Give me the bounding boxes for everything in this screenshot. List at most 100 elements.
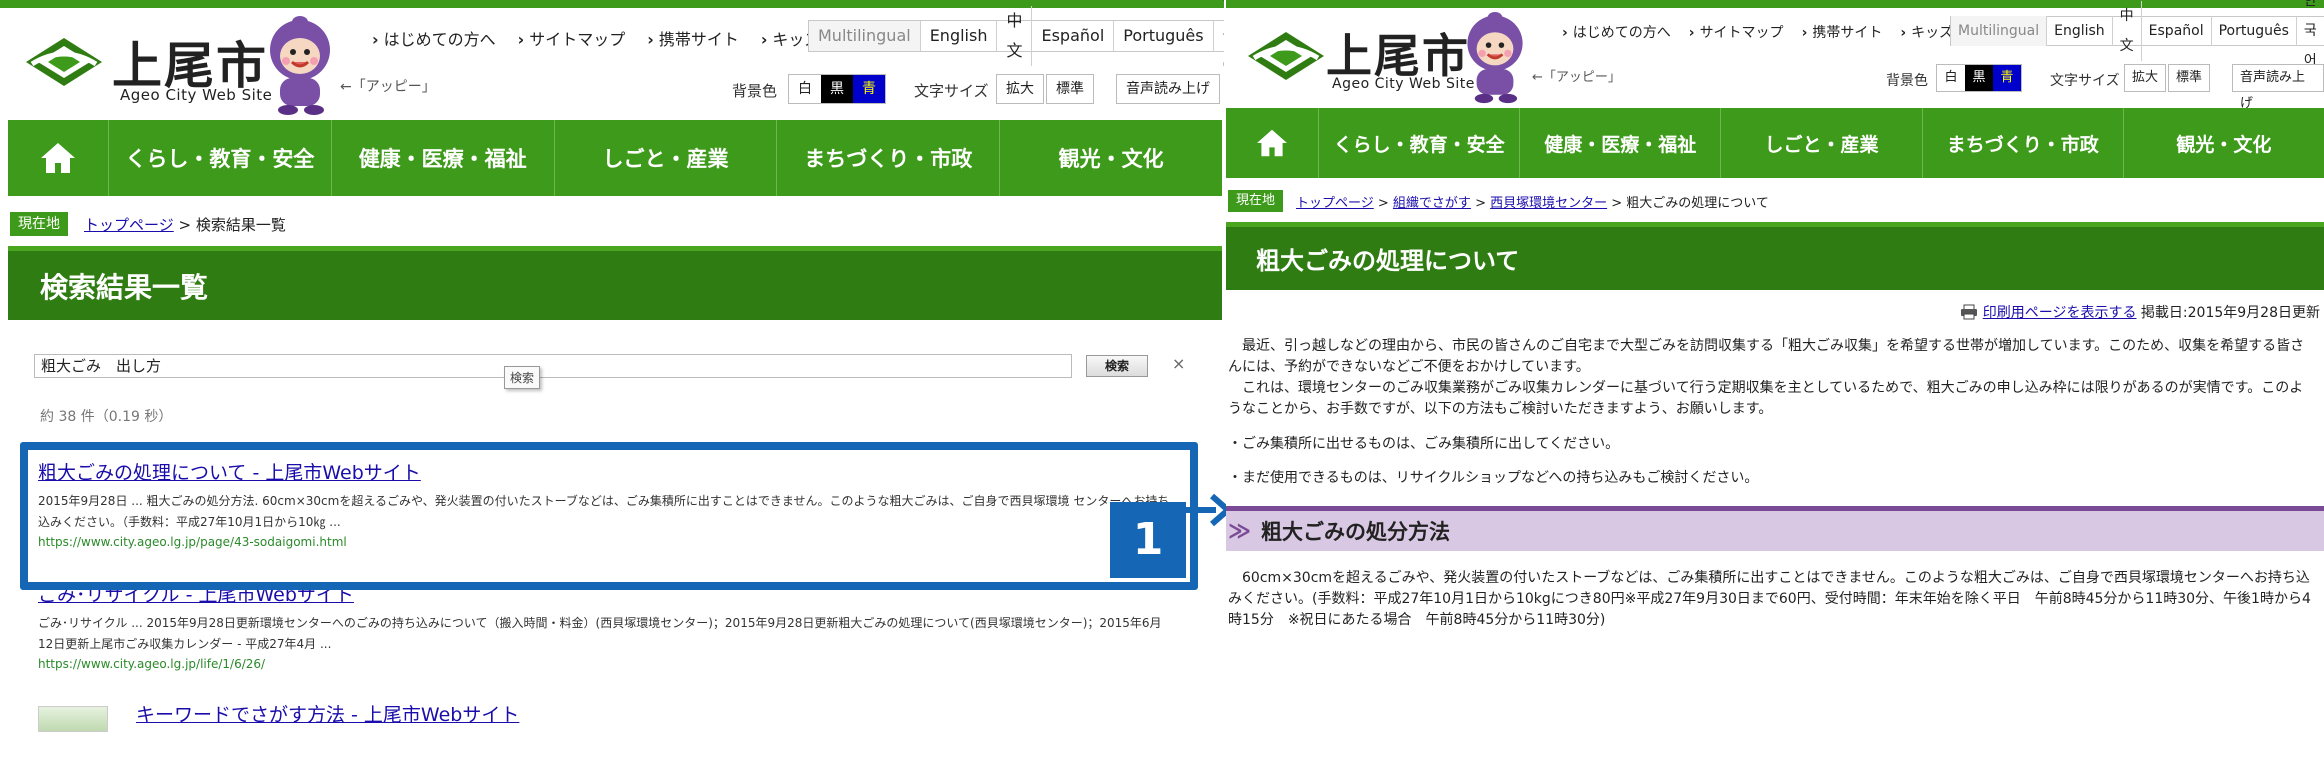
lang-multilingual[interactable]: Multilingual xyxy=(809,21,921,51)
breadcrumb: トップページ > 検索結果一覧 xyxy=(84,214,286,235)
lang-korean[interactable]: 한국어 xyxy=(1214,0,1224,81)
lang-chinese[interactable]: 中文 xyxy=(997,6,1033,66)
bg-blue-button[interactable]: 青 xyxy=(1993,65,2021,91)
link-mobile-site[interactable]: 携帯サイト xyxy=(1802,22,1882,42)
bg-color-options: 白 黒 青 xyxy=(1936,64,2022,92)
result-url: https://www.city.ageo.lg.jp/life/1/6/26/ xyxy=(38,657,266,671)
lang-spanish[interactable]: Español xyxy=(2142,16,2212,46)
bg-color-options: 白 黒 青 xyxy=(788,74,886,104)
nav-work[interactable]: しごと・産業 xyxy=(1721,108,1923,178)
posted-date: 掲載日:2015年9月28日更新 xyxy=(2140,305,2320,321)
text-size-label: 文字サイズ xyxy=(914,82,989,100)
breadcrumb: トップページ > 組織でさがす > 西貝塚環境センター > 粗大ごみの処理につい… xyxy=(1296,192,1769,211)
lang-portuguese[interactable]: Português xyxy=(1114,21,1214,51)
lang-english[interactable]: English xyxy=(2047,16,2113,46)
article-page: 上尾市 Ageo City Web Site ←「アッピー」 はじめての方へ サ… xyxy=(1226,0,2324,760)
read-aloud-button[interactable]: 音声読み上げ xyxy=(1116,74,1220,104)
breadcrumb-home-link[interactable]: トップページ xyxy=(1296,196,1374,211)
breadcrumb-separator: > xyxy=(1373,196,1393,211)
search-tooltip: 検索 xyxy=(504,366,541,389)
result-snippet-line: ごみ･リサイクル ... 2015年9月28日更新環境センターへのごみの持ち込み… xyxy=(38,616,1162,630)
breadcrumb-separator: > xyxy=(1470,196,1491,211)
ageo-logo-icon[interactable] xyxy=(22,34,106,90)
arrow-icon xyxy=(1184,493,1230,527)
breadcrumb-current: 検索結果一覧 xyxy=(195,216,286,234)
lang-portuguese[interactable]: Português xyxy=(2212,16,2297,46)
link-first-visit[interactable]: はじめての方へ xyxy=(1562,22,1671,42)
read-aloud-button[interactable]: 音声読み上げ xyxy=(2232,64,2324,111)
text-enlarge-button[interactable]: 拡大 xyxy=(996,74,1044,104)
mascot-appy-icon xyxy=(270,16,330,115)
bg-black-button[interactable]: 黒 xyxy=(1965,65,1993,91)
nav-health[interactable]: 健康・医療・福祉 xyxy=(332,120,555,196)
bg-white-button[interactable]: 白 xyxy=(1937,65,1965,91)
breadcrumb-org-link[interactable]: 組織でさがす xyxy=(1393,196,1471,211)
text-standard-button[interactable]: 標準 xyxy=(2168,64,2211,92)
result-snippet: ごみ･リサイクル ... 2015年9月28日更新環境センターへのごみの持ち込み… xyxy=(38,613,1178,655)
main-nav: くらし・教育・安全 健康・医療・福祉 しごと・産業 まちづくり・市政 観光・文化 xyxy=(1226,108,2324,178)
quick-links: はじめての方へ サイトマップ 携帯サイト キッズサイト xyxy=(1562,22,1995,42)
ageo-logo-icon[interactable] xyxy=(1244,28,1328,84)
nav-tourism[interactable]: 観光・文化 xyxy=(2124,108,2324,178)
bullet-collection-point: ・ごみ集積所に出せるものは、ごみ集積所に出してください。 xyxy=(1228,436,1620,452)
section-marker-icon: ≫ xyxy=(1228,518,1252,544)
text-enlarge-button[interactable]: 拡大 xyxy=(2124,64,2167,92)
nav-home[interactable] xyxy=(8,120,109,196)
link-sitemap[interactable]: サイトマップ xyxy=(518,26,625,50)
nav-living[interactable]: くらし・教育・安全 xyxy=(1319,108,1521,178)
link-sitemap[interactable]: サイトマップ xyxy=(1689,22,1784,42)
breadcrumb-separator: > xyxy=(1607,196,1627,211)
top-accent-bar xyxy=(1226,0,2324,8)
page-title: 粗大ごみの処理について xyxy=(1226,222,2324,290)
nav-town[interactable]: まちづくり・市政 xyxy=(777,120,1001,196)
nav-work[interactable]: しごと・産業 xyxy=(555,120,778,196)
nav-tourism[interactable]: 観光・文化 xyxy=(1000,120,1222,196)
result-snippet-line: 12日更新上尾市ごみ収集カレンダー - 平成27年4月 ... xyxy=(38,637,332,651)
top-accent-bar xyxy=(0,0,1224,8)
lang-english[interactable]: English xyxy=(921,21,998,51)
highlight-number-badge: 1 xyxy=(1110,502,1186,578)
home-icon xyxy=(41,143,75,173)
breadcrumb-home-link[interactable]: トップページ xyxy=(84,216,174,234)
close-icon[interactable]: × xyxy=(1172,354,1185,373)
result-count: 約 38 件（0.19 秒） xyxy=(40,409,173,425)
home-icon xyxy=(1257,129,1287,157)
page-title-text: 粗大ごみの処理について xyxy=(1256,247,1520,275)
text-size-label: 文字サイズ xyxy=(2050,73,2120,89)
mascot-appy-icon xyxy=(1467,12,1523,104)
bg-black-button[interactable]: 黒 xyxy=(821,75,853,103)
intro-paragraph-1: 最近、引っ越しなどの理由から、市民の皆さんのご自宅まで大型ごみを訪問収集する「粗… xyxy=(1228,338,2305,375)
site-subtitle: Ageo City Web Site xyxy=(120,86,273,104)
nav-town[interactable]: まちづくり・市政 xyxy=(1923,108,2124,178)
section-heading: ≫ 粗大ごみの処分方法 xyxy=(1226,506,2324,551)
nav-home[interactable] xyxy=(1226,108,1319,178)
printer-icon[interactable] xyxy=(1960,304,1978,320)
print-page-link[interactable]: 印刷用ページを表示する xyxy=(1983,305,2137,321)
mascot-caption: ←「アッピー」 xyxy=(340,79,436,95)
text-standard-button[interactable]: 標準 xyxy=(1046,74,1094,104)
bg-blue-button[interactable]: 青 xyxy=(853,75,885,103)
lang-chinese[interactable]: 中文 xyxy=(2113,1,2142,61)
quick-links: はじめての方へ サイトマップ 携帯サイト キッズサイト xyxy=(372,26,869,50)
bg-color-label: 背景色 xyxy=(732,82,778,100)
breadcrumb-center-link[interactable]: 西貝塚環境センター xyxy=(1490,196,1607,211)
link-first-visit[interactable]: はじめての方へ xyxy=(372,26,496,50)
bg-white-button[interactable]: 白 xyxy=(789,75,821,103)
result-title-link[interactable]: キーワードでさがす方法 - 上尾市Webサイト xyxy=(136,700,519,727)
intro-paragraph-2: これは、環境センターのごみ収集業務がごみ収集カレンダーに基づいて行う定期収集を主… xyxy=(1228,380,2304,417)
page-title-text: 検索結果一覧 xyxy=(40,270,209,304)
lang-spanish[interactable]: Español xyxy=(1032,21,1115,51)
breadcrumb-badge: 現在地 xyxy=(1228,190,1284,212)
breadcrumb-separator: > xyxy=(173,216,196,234)
result-thumbnail[interactable] xyxy=(38,706,108,732)
nav-living[interactable]: くらし・教育・安全 xyxy=(109,120,332,196)
search-result: ごみ･リサイクル - 上尾市Webサイト ごみ･リサイクル ... 2015年9… xyxy=(38,580,1178,671)
nav-health[interactable]: 健康・医療・福祉 xyxy=(1520,108,1722,178)
search-button[interactable]: 検索 xyxy=(1086,355,1148,377)
lang-multilingual[interactable]: Multilingual xyxy=(1951,16,2048,46)
search-results-page: 上尾市 Ageo City Web Site ←「アッピー」 はじめての方へ サ… xyxy=(0,0,1224,760)
disposal-method-text: 60cm×30cmを超えるごみや、発火装置の付いたストーブなどは、ごみ集積所に出… xyxy=(1228,570,2311,628)
link-mobile-site[interactable]: 携帯サイト xyxy=(647,26,739,50)
breadcrumb-current: 粗大ごみの処理について xyxy=(1626,196,1769,211)
search-input[interactable]: 粗大ごみ 出し方 xyxy=(34,354,1072,378)
